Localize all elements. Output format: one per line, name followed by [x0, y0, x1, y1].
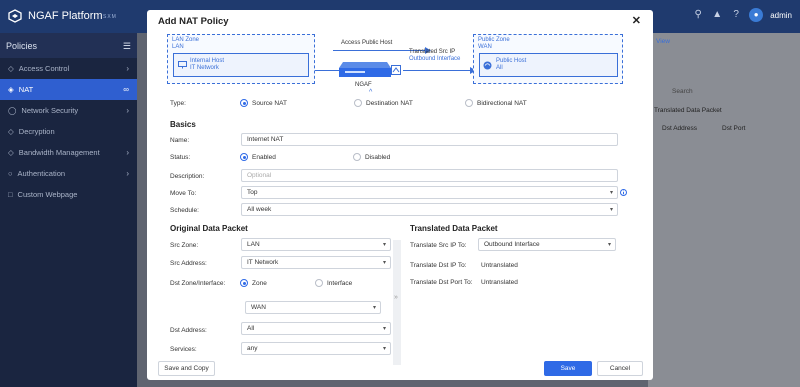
services-select[interactable]: any: [241, 342, 391, 355]
column-dst-address: Dst Address: [662, 125, 698, 132]
dst-zone-select[interactable]: WAN: [245, 301, 381, 314]
radio-dot: [315, 279, 323, 287]
background-panel: View Search Translated Data Packet Dst A…: [648, 33, 800, 387]
translate-dst-ip-label: Translate Dst IP To:: [410, 262, 467, 269]
status-disabled-radio[interactable]: Disabled: [353, 153, 390, 161]
dst-address-select[interactable]: All: [241, 322, 391, 335]
radio-dot: [354, 99, 362, 107]
menu-collapse-icon[interactable]: ☰: [123, 41, 131, 51]
help-icon[interactable]: ?: [730, 9, 742, 21]
translate-src-ip-select[interactable]: Outbound Interface: [478, 238, 616, 251]
sidebar: Policies ☰ ◇ Access Control › ◈ NAT ∞ ◯ Netwo…: [0, 33, 137, 387]
lock-icon: ◇: [8, 64, 14, 73]
sidebar-item-network-security[interactable]: ◯ Network Security ›: [0, 100, 137, 121]
src-address-select[interactable]: IT Network: [241, 256, 391, 269]
column-dst-port: Dst Port: [722, 125, 746, 132]
logo-icon: [8, 9, 22, 23]
src-zone-select[interactable]: LAN: [241, 238, 391, 251]
expand-icon[interactable]: »: [394, 294, 398, 301]
dialog-footer: Save and Copy Save Cancel: [147, 359, 653, 380]
src-zone-label: Src Zone:: [170, 242, 199, 249]
radio-dot: [240, 99, 248, 107]
type-source-nat-radio[interactable]: Source NAT: [240, 99, 287, 107]
sidebar-item-custom-webpage[interactable]: □ Custom Webpage: [0, 184, 137, 205]
search-icon[interactable]: ⚲: [692, 9, 704, 21]
app-subtitle: SXM: [103, 14, 117, 20]
cancel-button[interactable]: Cancel: [597, 361, 643, 376]
link-icon: ∞: [123, 85, 129, 94]
radio-dot: [240, 153, 248, 161]
chevron-right-icon: ›: [126, 148, 129, 157]
dst-zone-radio[interactable]: Zone: [240, 279, 267, 287]
nat-policy-form: Type: Source NAT Destination NAT Bidirec…: [147, 10, 653, 380]
add-nat-policy-dialog: Add NAT Policy ✕ LAN Zone LAN Internal H…: [147, 10, 653, 380]
radio-dot: [240, 279, 248, 287]
view-link[interactable]: View: [656, 38, 670, 45]
original-packet-heading: Original Data Packet: [170, 224, 248, 233]
description-input[interactable]: Optional: [241, 169, 618, 182]
services-label: Services:: [170, 346, 197, 353]
name-label: Name:: [170, 137, 190, 144]
dst-address-label: Dst Address:: [170, 327, 207, 334]
type-label: Type:: [170, 100, 186, 107]
avatar[interactable]: ●: [749, 8, 764, 22]
translate-dst-port-label: Translate Dst Port To:: [410, 279, 473, 286]
user-name[interactable]: admin: [770, 11, 792, 20]
bell-icon[interactable]: ▲: [711, 9, 723, 21]
check-icon: ○: [8, 169, 13, 178]
chevron-right-icon: ›: [126, 169, 129, 178]
sidebar-item-access-control[interactable]: ◇ Access Control ›: [0, 58, 137, 79]
info-icon[interactable]: [620, 189, 627, 196]
sidebar-item-authentication[interactable]: ○ Authentication ›: [0, 163, 137, 184]
panel-divider[interactable]: »: [393, 240, 401, 365]
sidebar-item-decryption[interactable]: ◇ Decryption: [0, 121, 137, 142]
name-input[interactable]: Internet NAT: [241, 133, 618, 146]
status-label: Status:: [170, 154, 191, 161]
save-and-copy-button[interactable]: Save and Copy: [158, 361, 215, 376]
status-enabled-radio[interactable]: Enabled: [240, 153, 276, 161]
move-to-label: Move To:: [170, 190, 197, 197]
sidebar-item-bandwidth[interactable]: ◇ Bandwidth Management ›: [0, 142, 137, 163]
lock-icon: ◇: [8, 148, 14, 157]
translate-dst-port-value: Untranslated: [481, 279, 518, 286]
background-search[interactable]: Search: [672, 88, 693, 95]
translated-packet-heading: Translated Data Packet: [410, 224, 498, 233]
sidebar-title: Policies: [6, 41, 38, 51]
page-icon: □: [8, 190, 13, 199]
dst-zone-interface-label: Dst Zone/Interface:: [170, 280, 226, 287]
schedule-label: Schedule:: [170, 207, 199, 214]
app-title: NGAF Platform: [28, 10, 103, 22]
background-translated-header: Translated Data Packet: [654, 107, 722, 114]
move-to-select[interactable]: Top: [241, 186, 618, 199]
save-button[interactable]: Save: [544, 361, 592, 376]
shield-icon: ◯: [8, 106, 17, 115]
type-destination-nat-radio[interactable]: Destination NAT: [354, 99, 413, 107]
type-bidirectional-nat-radio[interactable]: Bidirectional NAT: [465, 99, 527, 107]
sidebar-header: Policies ☰: [0, 33, 137, 58]
src-address-label: Src Address:: [170, 260, 207, 267]
chevron-right-icon: ›: [126, 64, 129, 73]
sidebar-item-nat[interactable]: ◈ NAT ∞: [0, 79, 137, 100]
radio-dot: [353, 153, 361, 161]
basics-heading: Basics: [170, 120, 196, 129]
description-label: Description:: [170, 173, 205, 180]
chevron-right-icon: ›: [126, 106, 129, 115]
schedule-select[interactable]: All week: [241, 203, 618, 216]
translate-src-ip-label: Translate Src IP To:: [410, 242, 467, 249]
nat-icon: ◈: [8, 85, 14, 94]
radio-dot: [465, 99, 473, 107]
key-icon: ◇: [8, 127, 14, 136]
translate-dst-ip-value: Untranslated: [481, 262, 518, 269]
dst-interface-radio[interactable]: Interface: [315, 279, 352, 287]
